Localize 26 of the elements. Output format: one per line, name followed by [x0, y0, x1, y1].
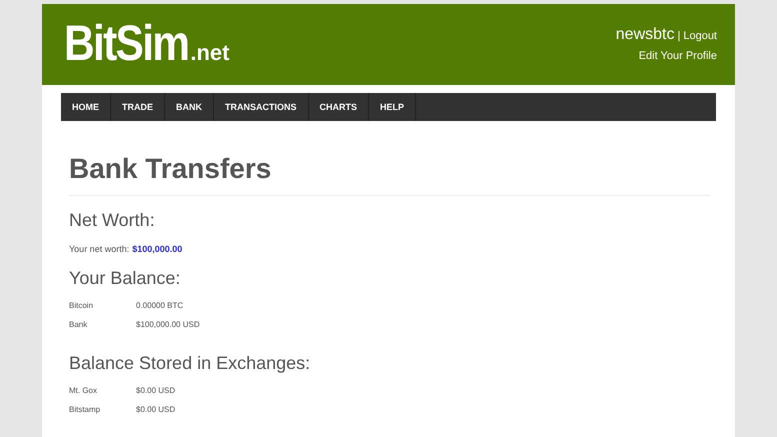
edit-profile-link[interactable]: Edit Your Profile	[616, 50, 717, 62]
account-amount: $0.00 USD	[136, 405, 176, 416]
nav-item[interactable]: TRADE	[111, 93, 165, 121]
nav-item[interactable]: BANK	[165, 93, 214, 121]
nav-item[interactable]: HELP	[369, 93, 416, 121]
net-worth-label: Your net worth:	[69, 244, 130, 254]
account-amount: $100,000.00 USD	[136, 320, 200, 331]
account-name: Mt. Gox	[69, 386, 98, 397]
section-heading: Your Balance:	[69, 268, 182, 289]
separator: |	[677, 30, 680, 42]
nav-item[interactable]: TRANSACTIONS	[214, 93, 308, 121]
section-heading: Net Worth:	[69, 210, 156, 231]
section-heading: Balance Stored in Exchanges:	[69, 353, 312, 374]
account-name: Bank	[69, 320, 88, 331]
site-logo-suffix: .net	[190, 40, 230, 66]
account-name: Bitcoin	[69, 301, 94, 312]
account-amount: 0.00000 BTC	[136, 301, 184, 312]
username: newsbtc	[616, 26, 674, 44]
nav-item[interactable]: HOME	[61, 93, 111, 121]
logout-link[interactable]: Logout	[683, 30, 717, 42]
net-worth-value: $100,000.00	[132, 244, 182, 254]
site-logo[interactable]: BitSim	[64, 18, 188, 68]
account-amount: $0.00 USD	[136, 386, 176, 397]
page-title: Bank Transfers	[69, 153, 710, 196]
account-name: Bitstamp	[69, 405, 102, 416]
nav-item[interactable]: CHARTS	[308, 93, 369, 121]
